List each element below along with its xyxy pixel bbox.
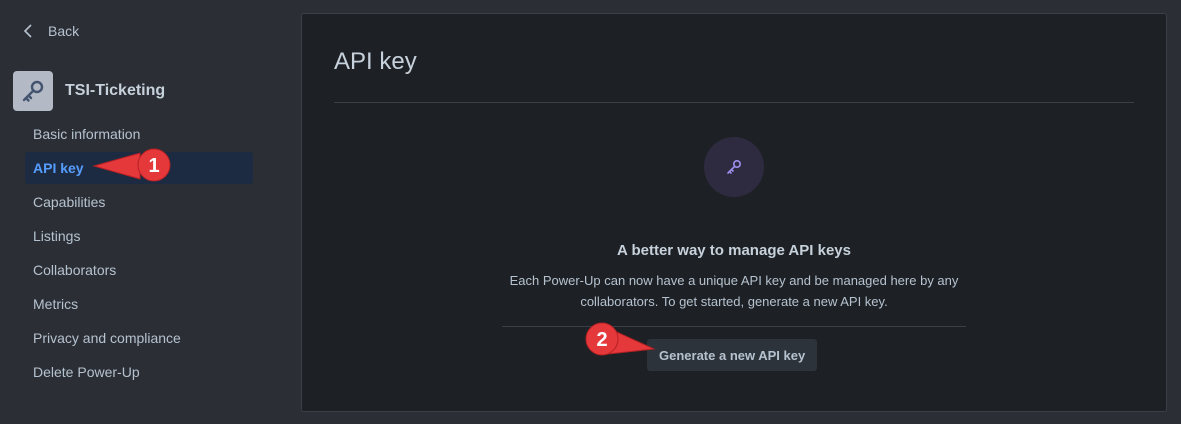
sidebar-item-metrics[interactable]: Metrics — [25, 288, 253, 320]
api-key-panel: API key A better way to manage API keys … — [301, 13, 1167, 412]
back-label: Back — [48, 23, 80, 39]
generate-api-key-button[interactable]: Generate a new API key — [647, 339, 818, 371]
callout-2: 2 — [584, 321, 656, 357]
app-header: TSI-Ticketing — [13, 71, 165, 111]
callout-number: 2 — [596, 329, 607, 351]
key-badge — [704, 137, 764, 197]
sidebar-item-privacy-and-compliance[interactable]: Privacy and compliance — [25, 322, 253, 354]
back-button[interactable]: Back — [22, 20, 79, 42]
app-title: TSI-Ticketing — [65, 82, 166, 99]
empty-state-title: A better way to manage API keys — [617, 242, 851, 259]
sidebar: Back TSI-Ticketing Basic information API… — [0, 0, 270, 424]
callout-1: 1 — [92, 147, 176, 183]
app-icon — [13, 71, 53, 111]
page-title: API key — [334, 48, 417, 75]
empty-state-description: Each Power-Up can now have a unique API … — [509, 273, 959, 309]
key-icon — [22, 80, 44, 102]
key-icon — [727, 159, 742, 174]
callout-number: 1 — [148, 155, 159, 177]
sidebar-item-listings[interactable]: Listings — [25, 220, 253, 252]
divider — [334, 102, 1134, 103]
sidebar-item-delete-power-up[interactable]: Delete Power-Up — [25, 356, 253, 388]
sidebar-item-capabilities[interactable]: Capabilities — [25, 186, 253, 218]
sidebar-item-collaborators[interactable]: Collaborators — [25, 254, 253, 286]
chevron-left-icon — [23, 24, 32, 38]
sidebar-item-basic-information[interactable]: Basic information — [25, 118, 253, 150]
divider — [502, 326, 966, 327]
